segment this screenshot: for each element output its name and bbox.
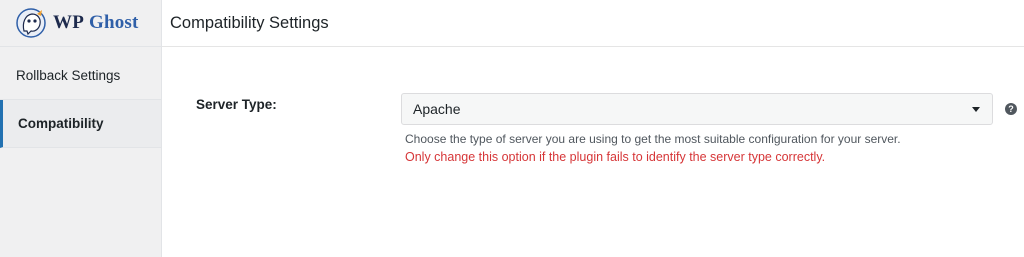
sidebar-item-compatibility[interactable]: Compatibility bbox=[0, 100, 161, 148]
sidebar-item-label: Compatibility bbox=[18, 116, 104, 131]
page-title: Compatibility Settings bbox=[170, 13, 329, 32]
logo-text-ghost: Ghost bbox=[88, 12, 139, 33]
wp-ghost-logo-icon bbox=[16, 8, 46, 38]
sidebar: WP Ghost Rollback Settings Compatibility bbox=[0, 0, 162, 257]
server-type-description: Choose the type of server you are using … bbox=[405, 132, 901, 146]
logo[interactable]: WP Ghost bbox=[0, 0, 161, 47]
server-type-select[interactable]: Apache bbox=[401, 93, 993, 125]
server-type-selected-value: Apache bbox=[413, 101, 461, 117]
server-type-warning: Only change this option if the plugin fa… bbox=[405, 150, 826, 164]
chevron-down-icon bbox=[972, 107, 980, 112]
sidebar-item-rollback-settings[interactable]: Rollback Settings bbox=[0, 52, 161, 100]
logo-text-wp: WP bbox=[53, 12, 85, 33]
page-header: Compatibility Settings bbox=[162, 0, 1024, 47]
server-type-label: Server Type: bbox=[196, 97, 277, 112]
sidebar-item-label: Rollback Settings bbox=[16, 68, 121, 83]
question-circle-icon[interactable]: ? bbox=[1005, 103, 1017, 115]
